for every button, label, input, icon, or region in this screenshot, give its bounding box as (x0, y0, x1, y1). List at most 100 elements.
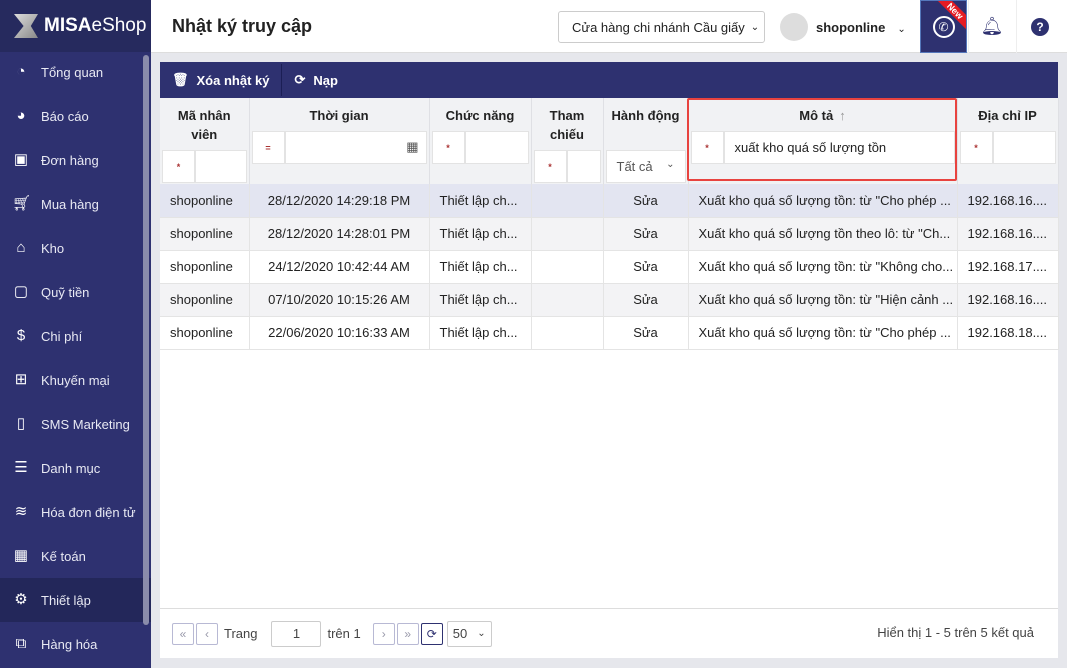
table-cell: 192.168.16.... (957, 217, 1059, 251)
table-cell (531, 184, 604, 218)
filter-operator[interactable]: * (533, 150, 567, 183)
filter-operator[interactable]: * (431, 131, 465, 164)
sidebar-item-label: Quỹ tiền (41, 284, 90, 300)
sidebar-item-8[interactable]: ▯ SMS Marketing (0, 402, 151, 446)
table-cell: shoponline (160, 283, 250, 317)
sidebar-item-label: Mua hàng (41, 196, 99, 212)
misa-logo-icon (14, 14, 38, 38)
sidebar-item-3[interactable]: 🛒︎ Mua hàng (0, 182, 151, 226)
sidebar-item-label: Báo cáo (41, 108, 89, 124)
table-row[interactable]: shoponline 07/10/2020 10:15:26 AM Thiết lậ… (160, 283, 1059, 317)
sidebar-item-2[interactable]: ▣ Đơn hàng (0, 138, 151, 182)
filter-operator[interactable]: = (251, 131, 285, 164)
hotline-button[interactable]: ✆ New (920, 0, 967, 53)
column-header[interactable]: Mô tả ↑ * xuất kho quá số lượng tồn (688, 98, 958, 184)
first-page-button[interactable]: « (172, 622, 194, 645)
table-cell: Thiết lập ch... (429, 184, 532, 218)
logo[interactable]: MISA eShop (0, 0, 151, 52)
column-header[interactable]: Mã nhân viên * (160, 98, 250, 184)
next-page-button[interactable]: › (372, 622, 395, 645)
table-cell: 24/12/2020 10:42:44 AM (249, 250, 430, 284)
sidebar-item-1[interactable]: ◕ Báo cáo (0, 94, 151, 138)
page-size-select[interactable]: 50 ⌄ (446, 620, 492, 647)
chevron-down-icon: ⌄ (666, 159, 675, 170)
sidebar-item-7[interactable]: ⊞ Khuyến mại (0, 358, 151, 402)
sidebar-item-label: Đơn hàng (41, 152, 99, 168)
filter-operator[interactable]: * (690, 131, 724, 164)
page-input[interactable]: 1 (271, 620, 322, 647)
table-cell: 192.168.17.... (957, 250, 1059, 284)
sidebar-item-label: Kho (41, 240, 65, 256)
column-label: Mã nhân viên (177, 108, 231, 142)
sidebar-item-6[interactable]: $ Chi phí (0, 314, 151, 358)
filter-operator[interactable]: * (959, 131, 993, 164)
filter-input[interactable] (195, 150, 247, 183)
table-cell: shoponline (160, 217, 250, 251)
reload-button[interactable]: ⟳ Nạp (282, 62, 349, 98)
column-label: Mô tả ↑ (799, 108, 846, 123)
avatar[interactable] (780, 13, 808, 41)
sidebar-item-label: Hóa đơn điện tử (41, 504, 136, 520)
sidebar-item-13[interactable]: ⧉ Hàng hóa (0, 622, 151, 666)
table-cell: 192.168.18.... (957, 316, 1059, 350)
calendar-icon[interactable]: ▦ (406, 139, 418, 155)
sidebar-item-4[interactable]: ⌂ Kho (0, 226, 151, 270)
notification-button[interactable]: 🔔︎ (968, 0, 1015, 53)
action-filter-select[interactable]: Tất cả ⌄ (605, 150, 686, 183)
table-cell: Xuất kho quá số lượng tồn: từ "Không cho… (688, 250, 958, 284)
prev-page-button[interactable]: ‹ (196, 622, 218, 645)
sidebar-item-10[interactable]: ≋ Hóa đơn điện tử (0, 490, 151, 534)
invoice-icon: ≋ (14, 503, 28, 520)
filter-input[interactable]: xuất kho quá số lượng tồn (723, 131, 955, 164)
warehouse-icon: ⌂ (16, 239, 26, 256)
gift-icon: ⊞ (14, 371, 28, 388)
column-header[interactable]: Chức năng * (429, 98, 532, 184)
table-row[interactable]: shoponline 22/06/2020 10:16:33 AM Thiết lậ… (160, 316, 1059, 350)
table-cell: 192.168.16.... (957, 283, 1059, 317)
user-menu[interactable]: shoponline ⌄ (816, 20, 906, 35)
sidebar-item-11[interactable]: ▦ Kế toán (0, 534, 151, 578)
bell-icon: 🔔︎ (980, 16, 1004, 36)
sidebar-item-label: Khuyến mại (41, 372, 110, 388)
sidebar-item-5[interactable]: ▢ Quỹ tiền (0, 270, 151, 314)
column-header[interactable]: Tham chiếu * (531, 98, 604, 184)
safe-icon: ▢ (13, 283, 29, 300)
table-cell: 07/10/2020 10:15:26 AM (249, 283, 430, 317)
table-row[interactable]: shoponline 28/12/2020 14:29:18 PM Thiết lậ… (160, 184, 1059, 218)
sidebar-item-12[interactable]: ⚙ Thiết lập (0, 578, 151, 622)
delete-log-button[interactable]: 🗑︎ Xóa nhật ký (160, 62, 281, 98)
filter-input[interactable] (566, 150, 601, 183)
table-cell: Sửa (603, 184, 689, 218)
column-header[interactable]: Thời gian = ▦ (249, 98, 430, 184)
table-cell: Xuất kho quá số lượng tồn theo lô: từ "C… (688, 217, 958, 251)
column-header[interactable]: Địa chỉ IP * (957, 98, 1059, 184)
list-icon: ☰ (14, 459, 28, 476)
sort-ascending-icon[interactable]: ↑ (839, 108, 846, 123)
table-row[interactable]: shoponline 28/12/2020 14:28:01 PM Thiết lậ… (160, 217, 1059, 251)
sidebar-item-0[interactable]: ◔ Tổng quan (0, 50, 151, 94)
filter-operator[interactable]: * (162, 150, 195, 183)
refresh-page-button[interactable]: ⟳ (420, 622, 443, 645)
filter-input[interactable] (992, 131, 1056, 164)
table-cell: Xuất kho quá số lượng tồn: từ "Cho phép … (688, 184, 958, 218)
filter-input[interactable] (284, 131, 427, 164)
table-row[interactable]: shoponline 24/12/2020 10:42:44 AM Thiết lậ… (160, 250, 1059, 284)
column-header[interactable]: Hành động Tất cả ⌄ (603, 98, 689, 184)
column-label: Chức năng (445, 108, 515, 123)
table-cell: Thiết lập ch... (429, 316, 532, 350)
filter-input[interactable] (464, 131, 529, 164)
sidebar: MISA eShop ◔ Tổng quan ◕ Báo cáo ▣ Đơn hàng 🛒︎ M… (0, 0, 151, 668)
sidebar-scrollbar[interactable] (143, 55, 149, 625)
table-cell (531, 316, 604, 350)
last-page-button[interactable]: » (396, 622, 419, 645)
phone-icon: ▯ (16, 415, 26, 432)
table-cell: 192.168.16.... (957, 184, 1059, 218)
table-cell: 28/12/2020 14:29:18 PM (249, 184, 430, 218)
sidebar-item-label: Hàng hóa (41, 636, 98, 652)
branch-selector[interactable]: Cửa hàng chi nhánh Cầu giấy ⌄ (558, 11, 765, 43)
help-button[interactable]: ? (1016, 0, 1063, 53)
table-cell: shoponline (160, 316, 250, 350)
sidebar-item-9[interactable]: ☰ Danh mục (0, 446, 151, 490)
table-cell (531, 283, 604, 317)
table-cell (531, 217, 604, 251)
